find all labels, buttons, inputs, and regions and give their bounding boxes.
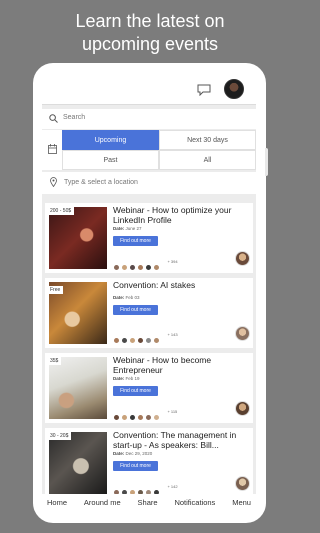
nav-notifications[interactable]: Notifications xyxy=(174,498,215,507)
find-out-more-button[interactable]: Find out more xyxy=(113,386,158,396)
location-input[interactable]: Type & select a location xyxy=(64,179,138,186)
calendar-icon xyxy=(48,144,57,154)
nav-menu[interactable]: Menu xyxy=(232,498,251,507)
headline-line2: upcoming events xyxy=(81,34,219,54)
search-icon xyxy=(49,114,58,123)
attendees: + 394 xyxy=(113,258,203,271)
nav-share[interactable]: Share xyxy=(138,498,158,507)
date-value: June 27 xyxy=(125,226,142,231)
search-bar[interactable]: Search xyxy=(42,109,256,129)
date-label: Date: xyxy=(113,295,125,300)
phone-frame: Search Upcoming Next 30 days Past All Ty… xyxy=(33,63,266,523)
date-value: Feb 19 xyxy=(125,376,140,381)
tab-past[interactable]: Past xyxy=(62,150,159,170)
tab-next-30-days[interactable]: Next 30 days xyxy=(159,130,256,150)
find-out-more-button[interactable]: Find out more xyxy=(113,461,158,471)
tab-all[interactable]: All xyxy=(159,150,256,170)
event-card[interactable]: 200 - 50$ Webinar - How to optimize your… xyxy=(45,203,253,273)
attendees: + 143 xyxy=(113,331,203,344)
price-badge: Free xyxy=(47,286,64,294)
price-badge: 200 - 50$ xyxy=(47,207,75,215)
event-date: Date: June 27 xyxy=(113,226,142,231)
find-out-more-button[interactable]: Find out more xyxy=(113,236,158,246)
find-out-more-button[interactable]: Find out more xyxy=(113,305,158,315)
date-value: Dec 29, 2020 xyxy=(125,451,153,456)
price-badge: 30 - 20$ xyxy=(47,432,72,440)
host-avatar[interactable] xyxy=(235,401,250,416)
top-bar xyxy=(42,73,256,105)
event-date: Date: Feb 19 xyxy=(113,376,140,381)
event-card[interactable]: 30 - 20$ Convention: The management in s… xyxy=(45,428,253,498)
tab-upcoming[interactable]: Upcoming xyxy=(62,130,159,150)
host-avatar[interactable] xyxy=(235,326,250,341)
search-input[interactable]: Search xyxy=(63,114,85,121)
app-screen: Search Upcoming Next 30 days Past All Ty… xyxy=(42,73,256,510)
price-badge: 35$ xyxy=(47,357,62,365)
chat-icon[interactable] xyxy=(197,84,211,96)
headline: Learn the latest on upcoming events xyxy=(0,10,300,56)
event-card[interactable]: 35$ Webinar - How to become Entrepreneur… xyxy=(45,353,253,423)
event-title[interactable]: Convention: The management in start-up -… xyxy=(113,430,251,450)
attendees: + 142 xyxy=(113,483,203,496)
attendee-count: + 394 xyxy=(167,259,178,264)
event-image xyxy=(49,207,107,269)
nav-around-me[interactable]: Around me xyxy=(84,498,121,507)
date-label: Date: xyxy=(113,226,125,231)
phone-side-button xyxy=(265,148,268,176)
avatar[interactable] xyxy=(224,79,244,99)
attendee-count: + 142 xyxy=(167,484,178,489)
event-image xyxy=(49,432,107,494)
location-pin-icon xyxy=(50,177,57,187)
event-title[interactable]: Webinar - How to become Entrepreneur xyxy=(113,355,251,375)
event-title[interactable]: Webinar - How to optimize your LinkedIn … xyxy=(113,205,251,225)
date-label: Date: xyxy=(113,376,125,381)
event-image xyxy=(49,357,107,419)
event-date: Date: Dec 29, 2020 xyxy=(113,451,152,456)
location-field[interactable]: Type & select a location xyxy=(42,172,256,194)
host-avatar[interactable] xyxy=(235,251,250,266)
attendees: + 115 xyxy=(113,408,203,421)
attendee-count: + 143 xyxy=(167,332,178,337)
host-avatar[interactable] xyxy=(235,476,250,491)
date-value: Feb 03 xyxy=(125,295,140,300)
date-filter: Upcoming Next 30 days Past All xyxy=(42,130,256,170)
nav-home[interactable]: Home xyxy=(47,498,67,507)
event-card[interactable]: Free Convention: AI stakes Date: Feb 03 … xyxy=(45,278,253,348)
event-date: Date: Feb 03 xyxy=(113,295,140,300)
attendee-count: + 115 xyxy=(167,409,178,414)
headline-line1: Learn the latest on xyxy=(75,11,225,31)
bottom-nav: Home Around me Share Notifications Menu xyxy=(42,494,256,510)
date-label: Date: xyxy=(113,451,125,456)
